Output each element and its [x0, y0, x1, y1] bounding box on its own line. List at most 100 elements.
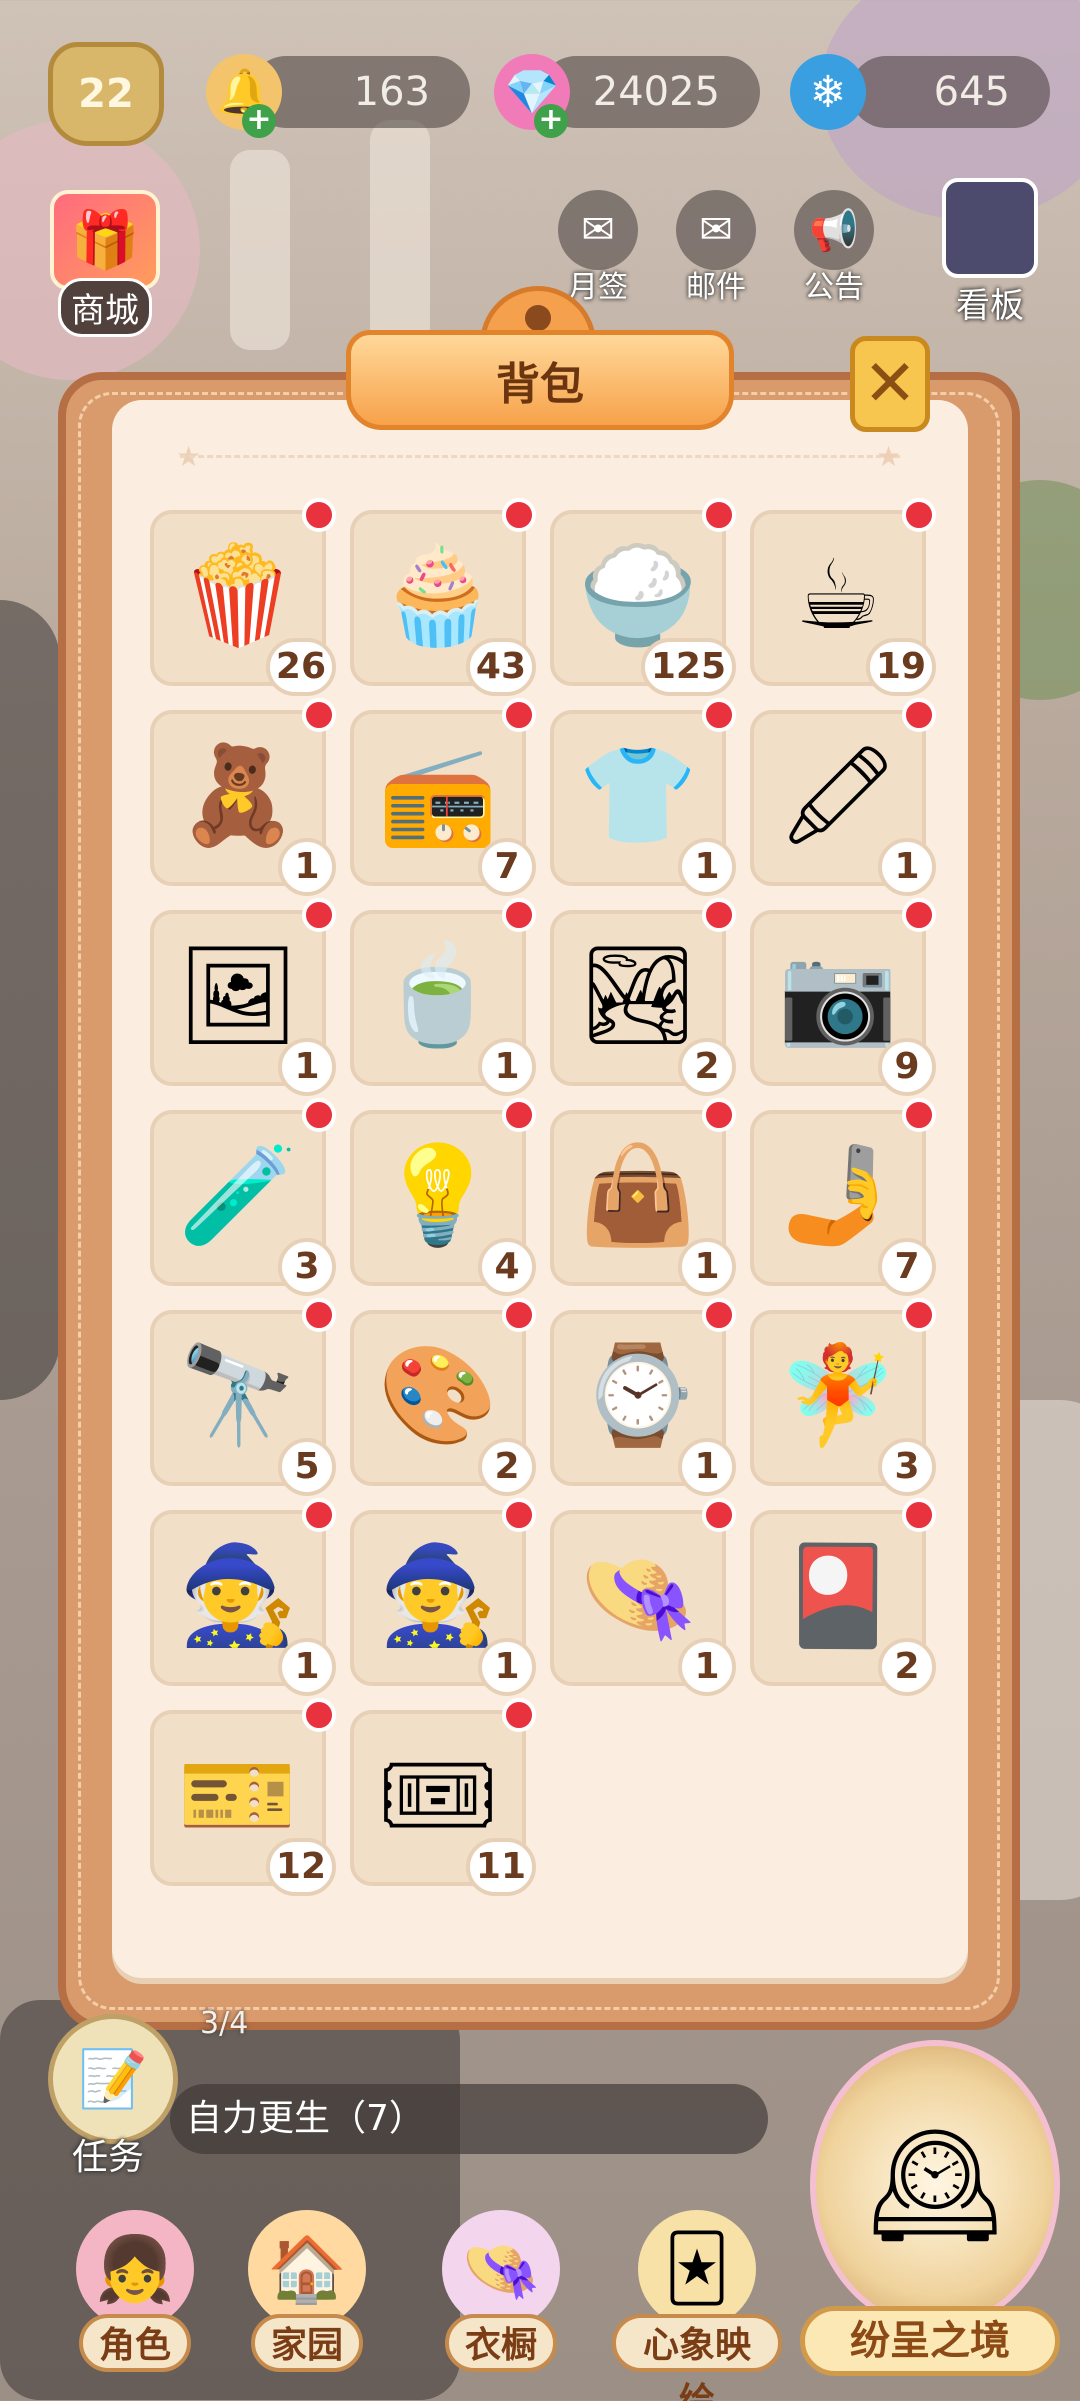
backpack-item-slot[interactable]: 📻 7	[350, 698, 536, 896]
backpack-item-slot[interactable]: 👜 1	[550, 1098, 736, 1296]
item-icon: 🧸	[178, 739, 298, 851]
item-count: 1	[278, 1638, 336, 1696]
backpack-item-slot[interactable]: 🎫 12	[150, 1698, 336, 1896]
board-button[interactable]: 看板	[930, 178, 1050, 327]
speaker-icon: 📢	[794, 190, 874, 270]
backpack-item-slot[interactable]: 🖍 1	[750, 698, 936, 896]
nav-mind-image-label: 心象映绘	[612, 2314, 782, 2401]
backpack-item-slot[interactable]: 🧙 1	[350, 1498, 536, 1696]
backpack-item-slot[interactable]: 🧸 1	[150, 698, 336, 896]
new-item-badge	[502, 498, 536, 532]
snowflake-icon: ❄	[790, 54, 866, 130]
new-item-badge	[902, 698, 936, 732]
backpack-item-slot[interactable]: ☕ 19	[750, 498, 936, 696]
new-item-badge	[502, 1098, 536, 1132]
backpack-item-slot[interactable]: 🍚 125	[550, 498, 736, 696]
backpack-item-slot[interactable]: 🧙 1	[150, 1498, 336, 1696]
board-label: 看板	[956, 286, 1024, 326]
backpack-item-slot[interactable]: 🖼 1	[150, 898, 336, 1096]
backpack-item-slot[interactable]: 🎟 11	[350, 1698, 536, 1896]
item-icon: 🖼	[177, 939, 299, 1051]
backpack-item-slot[interactable]: 🎨 2	[350, 1298, 536, 1496]
backpack-item-slot[interactable]: 👕 1	[550, 698, 736, 896]
item-count: 11	[465, 1838, 536, 1896]
item-count: 1	[478, 1638, 536, 1696]
portal-button[interactable]: 纷呈之境	[800, 2306, 1060, 2376]
nav-mind-image-button[interactable]: 🃏 心象映绘	[612, 2210, 782, 2401]
shop-label: 商城	[58, 278, 152, 337]
item-count: 2	[478, 1438, 536, 1496]
item-count: 7	[878, 1238, 936, 1296]
shop-button[interactable]: 🎁 商城	[40, 190, 170, 337]
resource-snowflake-value: 645	[933, 69, 1010, 115]
item-count: 12	[265, 1838, 336, 1896]
item-icon: ☕	[794, 539, 882, 651]
task-notepad-icon[interactable]: 📝	[48, 2014, 178, 2144]
notice-label: 公告	[804, 270, 864, 305]
close-button[interactable]: ✕	[850, 336, 930, 432]
item-count: 1	[678, 1638, 736, 1696]
item-count: 2	[678, 1038, 736, 1096]
item-count: 7	[478, 838, 536, 896]
nav-home-button[interactable]: 🏠 家园	[232, 2210, 382, 2372]
mail-button[interactable]: ✉ 邮件	[666, 190, 766, 306]
item-icon: 🤳	[778, 1139, 898, 1251]
backpack-item-slot[interactable]: 🎴 2	[750, 1498, 936, 1696]
new-item-badge	[502, 1698, 536, 1732]
backpack-item-slot[interactable]: 🏞 2	[550, 898, 736, 1096]
item-icon: 🎨	[378, 1339, 498, 1451]
backpack-item-slot[interactable]: 🤳 7	[750, 1098, 936, 1296]
task-bar[interactable]: 自力更生（7）	[170, 2084, 768, 2154]
monthly-sign-button[interactable]: ✉ 月签	[548, 190, 648, 306]
resource-pink-gem-value: 24025	[592, 69, 720, 115]
item-icon: 📷	[778, 939, 898, 1051]
new-item-badge	[902, 1298, 936, 1332]
item-count: 1	[878, 838, 936, 896]
item-count: 3	[878, 1438, 936, 1496]
nav-character-button[interactable]: 👧 角色	[60, 2210, 210, 2372]
backpack-item-slot[interactable]: 👒 1	[550, 1498, 736, 1696]
backpack-item-slot[interactable]: 🧁 43	[350, 498, 536, 696]
backpack-item-slot[interactable]: 📷 9	[750, 898, 936, 1096]
player-level-badge[interactable]: 22	[48, 42, 164, 146]
backpack-item-slot[interactable]: 💡 4	[350, 1098, 536, 1296]
cards-icon: 🃏	[638, 2210, 756, 2328]
add-bell-coin-button[interactable]: +	[242, 104, 276, 138]
item-icon: 👕	[578, 739, 698, 851]
backpack-item-slot[interactable]: ⌚ 1	[550, 1298, 736, 1496]
backpack-item-grid: 🍿 26 🧁 43 🍚 125 ☕ 19 🧸 1 📻 7 👕 1 🖍 1 🖼 1 🍵 1 🏞 2 📷 9 🧪 3 💡 4 👜 1 🤳 7 🔭 5 🎨…	[150, 498, 940, 1896]
clock-portal-icon[interactable]: 🕰	[810, 2040, 1060, 2330]
item-icon: 🍿	[178, 539, 298, 651]
backpack-item-slot[interactable]: 🧚 3	[750, 1298, 936, 1496]
item-icon: 💡	[378, 1139, 498, 1251]
new-item-badge	[302, 1698, 336, 1732]
backpack-item-slot[interactable]: 🔭 5	[150, 1298, 336, 1496]
new-item-badge	[502, 1298, 536, 1332]
item-icon: 🎴	[778, 1539, 898, 1651]
backpack-item-slot[interactable]: 🧪 3	[150, 1098, 336, 1296]
notice-button[interactable]: 📢 公告	[784, 190, 884, 306]
gift-box-icon: 🎁	[50, 190, 160, 290]
new-item-badge	[702, 1498, 736, 1532]
mail-label: 邮件	[686, 270, 746, 305]
item-icon: 🏞	[577, 939, 699, 1051]
item-count: 9	[878, 1038, 936, 1096]
new-item-badge	[302, 898, 336, 932]
item-count: 1	[678, 1438, 736, 1496]
backpack-item-slot[interactable]: 🍵 1	[350, 898, 536, 1096]
backpack-item-slot[interactable]: 🍿 26	[150, 498, 336, 696]
item-icon: 👒	[578, 1539, 698, 1651]
add-pink-gem-button[interactable]: +	[534, 104, 568, 138]
star-icon: ★	[876, 440, 902, 473]
item-count: 1	[678, 1238, 736, 1296]
task-name: 自力更生（7）	[186, 2098, 425, 2139]
nav-wardrobe-button[interactable]: 👒 衣橱	[426, 2210, 576, 2372]
new-item-badge	[302, 1298, 336, 1332]
task-progress: 3/4	[200, 2006, 249, 2041]
item-icon: 📻	[378, 739, 498, 851]
player-level: 22	[78, 71, 134, 117]
new-item-badge	[702, 698, 736, 732]
mail-icon: ✉	[676, 190, 756, 270]
item-icon: 🧙	[178, 1539, 298, 1651]
new-item-badge	[502, 698, 536, 732]
